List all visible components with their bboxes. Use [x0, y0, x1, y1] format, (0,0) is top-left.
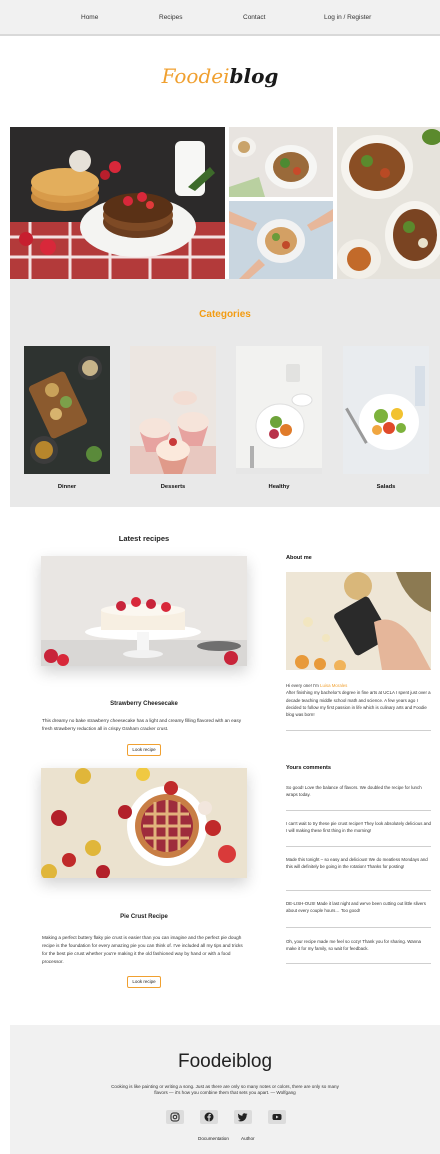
footer-link-author[interactable]: Author	[241, 1136, 255, 1141]
about-photo	[286, 572, 431, 670]
divider	[286, 730, 431, 731]
comment-item: Made this tonight – so easy and deliciou…	[286, 857, 428, 870]
latest-recipes-title: Latest recipes	[118, 534, 170, 543]
twitter-icon[interactable]	[234, 1110, 252, 1124]
categories-title: Categories	[199, 309, 251, 320]
nav-recipes[interactable]: Recipes	[159, 14, 182, 21]
footer: Foodeiblog Cooking is like painting or w…	[10, 1025, 440, 1154]
category-label: Healthy	[268, 484, 290, 490]
footer-logo[interactable]: Foodeiblog	[10, 1051, 440, 1073]
comment-item: DE-LISH-OUS! Made it last night and we'v…	[286, 901, 426, 914]
about-title: About me	[286, 555, 312, 561]
category-image-healthy	[236, 346, 322, 474]
footer-quote: Cooking is like painting or writing a so…	[111, 1084, 339, 1096]
hero-photo-bowl-top	[229, 127, 333, 197]
recipe-desc-pie: Making a perfect buttery flaky pie crust…	[42, 935, 243, 964]
hero-photo-pancakes	[10, 127, 225, 279]
divider	[286, 890, 431, 891]
divider	[286, 810, 431, 811]
category-image-desserts	[130, 346, 216, 474]
category-image-salads	[343, 346, 429, 474]
hero-gallery	[10, 127, 440, 279]
divider	[286, 846, 431, 847]
recipe-desc-cheesecake: This dreamy no bake strawberry cheesecak…	[42, 718, 242, 731]
category-label: Salads	[376, 484, 396, 490]
look-recipe-button[interactable]: Look recipe	[127, 976, 161, 988]
comment-item: I can't wait to try these pie crust reci…	[286, 821, 431, 834]
nav-home[interactable]: Home	[81, 14, 98, 21]
recipe-image-cheesecake[interactable]	[41, 556, 247, 666]
instagram-icon[interactable]	[166, 1110, 184, 1124]
categories-section: Categories Dinner Desserts Healthy Salad…	[10, 279, 440, 507]
divider	[286, 927, 431, 928]
category-image-dinner	[24, 346, 110, 474]
category-card-dinner[interactable]: Dinner	[24, 346, 110, 490]
divider	[286, 963, 431, 964]
recipe-image-pie[interactable]	[41, 768, 247, 878]
hero-photo-bowl-hands	[229, 201, 333, 279]
nav-contact[interactable]: Contact	[243, 14, 265, 21]
nav-login-register[interactable]: Log in / Register	[324, 14, 371, 21]
comment-item: Oh, your recipe made me feel so cozy! Th…	[286, 939, 421, 952]
author-name-link[interactable]: Luisa Morales	[320, 683, 347, 688]
site-logo[interactable]: Foodeiblog	[0, 64, 440, 89]
top-nav: Home Recipes Contact Log in / Register	[0, 0, 440, 36]
category-card-healthy[interactable]: Healthy	[236, 346, 322, 490]
facebook-icon[interactable]	[200, 1110, 218, 1124]
about-text: Hi every one! I'm Luisa Morales After fi…	[286, 683, 431, 718]
youtube-icon[interactable]	[268, 1110, 286, 1124]
category-card-salads[interactable]: Salads	[343, 346, 429, 490]
comments-title: Yours comments	[286, 765, 331, 771]
look-recipe-button[interactable]: Look recipe	[127, 744, 161, 756]
category-label: Dinner	[57, 484, 77, 490]
comment-item: So good! Love the balance of flavors. We…	[286, 785, 422, 798]
hero-photo-meal-bowls	[337, 127, 440, 279]
recipe-title-pie[interactable]: Pie Crust Recipe	[40, 914, 248, 920]
category-label: Desserts	[160, 484, 186, 490]
footer-link-documentation[interactable]: Documentation	[198, 1136, 229, 1141]
category-card-desserts[interactable]: Desserts	[130, 346, 216, 490]
recipe-title-cheesecake[interactable]: Strawberry Cheesecake	[40, 701, 248, 707]
